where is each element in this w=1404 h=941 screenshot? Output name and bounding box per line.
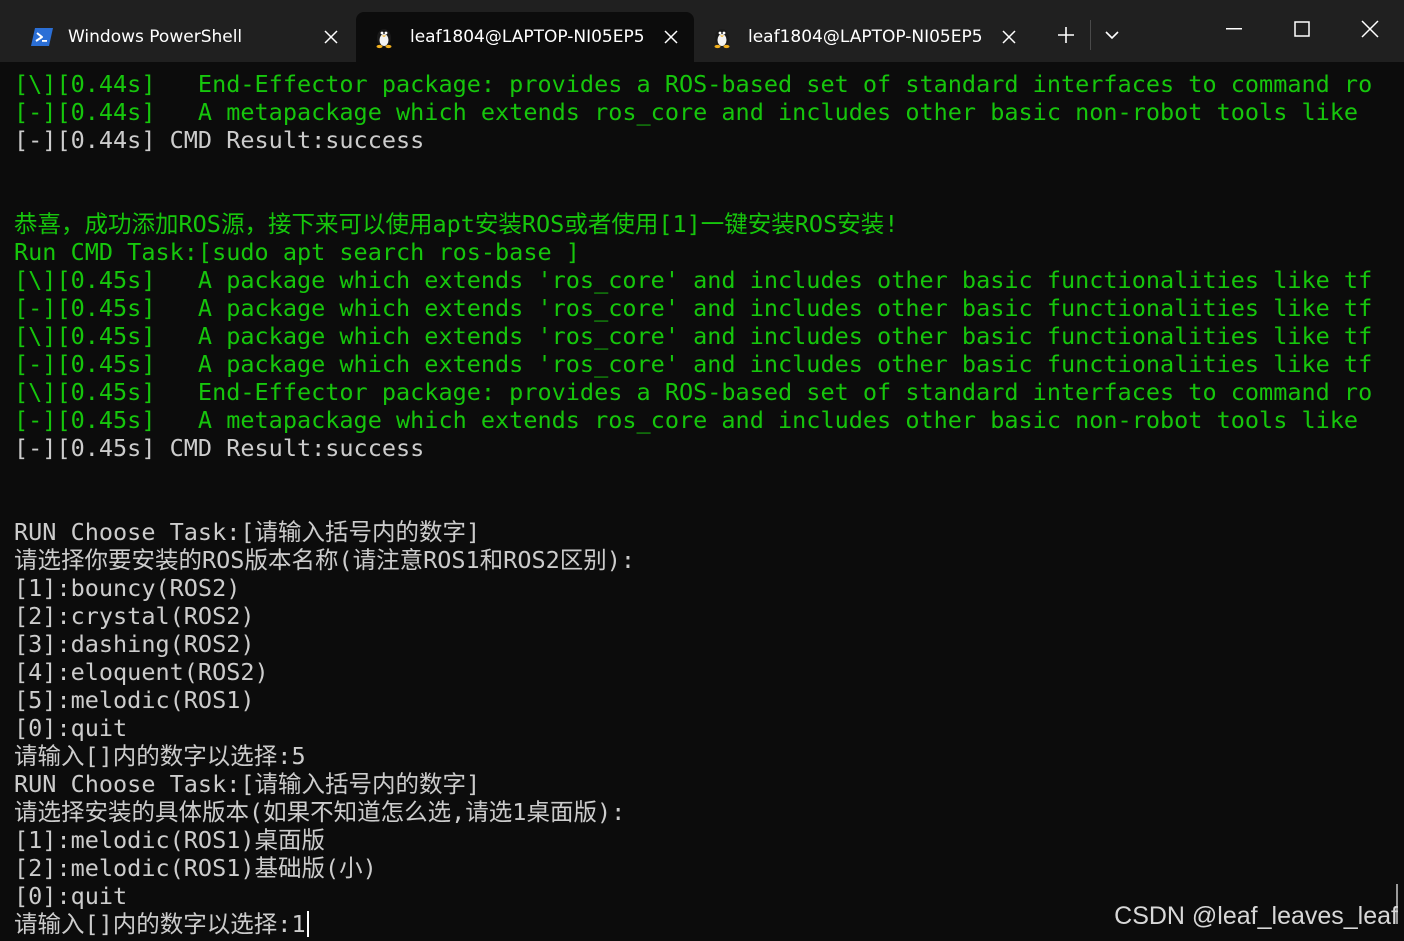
- terminal-line-text: 请输入[]内的数字以选择:5: [14, 742, 306, 770]
- titlebar-divider: [1090, 20, 1091, 50]
- maximize-icon: [1294, 21, 1310, 37]
- terminal-line: [-][0.44s] A metapackage which extends r…: [14, 98, 1396, 126]
- terminal-line-text: [-][0.44s] CMD Result:success: [14, 126, 425, 154]
- terminal-line-text: RUN Choose Task:[请输入括号内的数字]: [14, 518, 481, 546]
- tab-close-button[interactable]: [994, 22, 1024, 52]
- chevron-down-icon: [1105, 31, 1119, 40]
- terminal-line: [\][0.45s] A package which extends 'ros_…: [14, 266, 1396, 294]
- terminal-line-text: [-][0.45s] A package which extends 'ros_…: [14, 350, 1373, 378]
- terminal-line-text: [3]:dashing(ROS2): [14, 630, 255, 658]
- terminal-line: [\][0.44s] End-Effector package: provide…: [14, 70, 1396, 98]
- terminal-line: RUN Choose Task:[请输入括号内的数字]: [14, 518, 1396, 546]
- terminal-line: 请选择你要安装的ROS版本名称(请注意ROS1和ROS2区别):: [14, 546, 1396, 574]
- terminal-line: 恭喜，成功添加ROS源，接下来可以使用apt安装ROS或者使用[1]一键安装RO…: [14, 210, 1396, 238]
- tab-windows-powershell[interactable]: Windows PowerShell: [14, 12, 354, 62]
- terminal-line-text: [-][0.45s] A metapackage which extends r…: [14, 406, 1359, 434]
- terminal-line: [4]:eloquent(ROS2): [14, 658, 1396, 686]
- scrollbar[interactable]: [1396, 62, 1404, 941]
- terminal-line-text: [1]:bouncy(ROS2): [14, 574, 241, 602]
- terminal-line-text: [2]:crystal(ROS2): [14, 602, 255, 630]
- close-icon: [324, 30, 338, 44]
- terminal-line-text: [-][0.44s] A metapackage which extends r…: [14, 98, 1359, 126]
- window-close-button[interactable]: [1336, 0, 1404, 58]
- terminal-line: 请输入[]内的数字以选择:5: [14, 742, 1396, 770]
- terminal-line: [\][0.45s] A package which extends 'ros_…: [14, 322, 1396, 350]
- terminal-line: [5]:melodic(ROS1): [14, 686, 1396, 714]
- terminal-line-text: [-][0.45s] A package which extends 'ros_…: [14, 294, 1373, 322]
- new-tab-button[interactable]: [1046, 18, 1086, 52]
- terminal-line-text: [\][0.45s] A package which extends 'ros_…: [14, 322, 1373, 350]
- close-icon: [664, 30, 678, 44]
- terminal-line-text: [1]:melodic(ROS1)桌面版: [14, 826, 326, 854]
- close-icon: [1002, 30, 1016, 44]
- terminal-line: [-][0.45s] A package which extends 'ros_…: [14, 350, 1396, 378]
- plus-icon: [1058, 27, 1074, 43]
- terminal-line: [0]:quit: [14, 714, 1396, 742]
- terminal-line: [-][0.45s] CMD Result:success: [14, 434, 1396, 462]
- tab-title: leaf1804@LAPTOP-NI05EP5: [410, 27, 645, 47]
- terminal-line: [3]:dashing(ROS2): [14, 630, 1396, 658]
- terminal-output[interactable]: [\][0.44s] End-Effector package: provide…: [0, 62, 1396, 941]
- terminal-line-text: RUN Choose Task:[请输入括号内的数字]: [14, 770, 481, 798]
- terminal-line-text: 恭喜，成功添加ROS源，接下来可以使用apt安装ROS或者使用[1]一键安装RO…: [14, 210, 899, 238]
- terminal-line-text: [\][0.44s] End-Effector package: provide…: [14, 70, 1373, 98]
- linux-tux-icon: [710, 25, 734, 49]
- terminal-line-text: [0]:quit: [14, 882, 128, 910]
- terminal-line: [1]:melodic(ROS1)桌面版: [14, 826, 1396, 854]
- terminal-line: [-][0.45s] A package which extends 'ros_…: [14, 294, 1396, 322]
- tab-close-button[interactable]: [316, 22, 346, 52]
- title-bar[interactable]: Windows PowerShell leaf1804@LAPTOP-NI05E…: [0, 0, 1404, 62]
- terminal-line-text: 请输入[]内的数字以选择:1: [14, 910, 306, 938]
- close-icon: [1361, 20, 1379, 38]
- terminal-line: [2]:melodic(ROS1)基础版(小): [14, 854, 1396, 882]
- terminal-line-text: [5]:melodic(ROS1): [14, 686, 255, 714]
- minimize-icon: [1226, 28, 1242, 30]
- tab-leaf1804-second[interactable]: leaf1804@LAPTOP-NI05EP5I: [694, 12, 1032, 62]
- terminal-line-text: [4]:eloquent(ROS2): [14, 658, 269, 686]
- terminal-window: Windows PowerShell leaf1804@LAPTOP-NI05E…: [0, 0, 1404, 941]
- tab-dropdown-button[interactable]: [1094, 18, 1130, 52]
- terminal-line-text: [0]:quit: [14, 714, 128, 742]
- maximize-button[interactable]: [1268, 0, 1336, 58]
- linux-tux-icon: [372, 25, 396, 49]
- terminal-line-text: [\][0.45s] End-Effector package: provide…: [14, 378, 1373, 406]
- terminal-line-text: [-][0.45s] CMD Result:success: [14, 434, 425, 462]
- tab-close-button[interactable]: [656, 22, 686, 52]
- minimize-button[interactable]: [1200, 0, 1268, 58]
- terminal-line: RUN Choose Task:[请输入括号内的数字]: [14, 770, 1396, 798]
- terminal-line: 请选择安装的具体版本(如果不知道怎么选,请选1桌面版):: [14, 798, 1396, 826]
- terminal-line: Run CMD Task:[sudo apt search ros-base ]: [14, 238, 1396, 266]
- terminal-line: [1]:bouncy(ROS2): [14, 574, 1396, 602]
- watermark: CSDN @leaf_leaves_leaf: [1114, 902, 1398, 930]
- terminal-line-text: 请选择你要安装的ROS版本名称(请注意ROS1和ROS2区别):: [14, 546, 636, 574]
- tab-leaf1804-active[interactable]: leaf1804@LAPTOP-NI05EP5: [356, 12, 694, 62]
- terminal-line: [2]:crystal(ROS2): [14, 602, 1396, 630]
- tab-title: leaf1804@LAPTOP-NI05EP5I: [748, 27, 984, 47]
- terminal-line: [-][0.44s] CMD Result:success: [14, 126, 1396, 154]
- text-cursor: [306, 911, 309, 937]
- terminal-line-text: Run CMD Task:[sudo apt search ros-base ]: [14, 238, 580, 266]
- terminal-line-text: [\][0.45s] A package which extends 'ros_…: [14, 266, 1373, 294]
- powershell-icon: [30, 25, 54, 49]
- terminal-line-text: [2]:melodic(ROS1)基础版(小): [14, 854, 377, 882]
- terminal-line-text: 请选择安装的具体版本(如果不知道怎么选,请选1桌面版):: [14, 798, 626, 826]
- terminal-line: [\][0.45s] End-Effector package: provide…: [14, 378, 1396, 406]
- terminal-line: [-][0.45s] A metapackage which extends r…: [14, 406, 1396, 434]
- tab-title: Windows PowerShell: [68, 27, 243, 47]
